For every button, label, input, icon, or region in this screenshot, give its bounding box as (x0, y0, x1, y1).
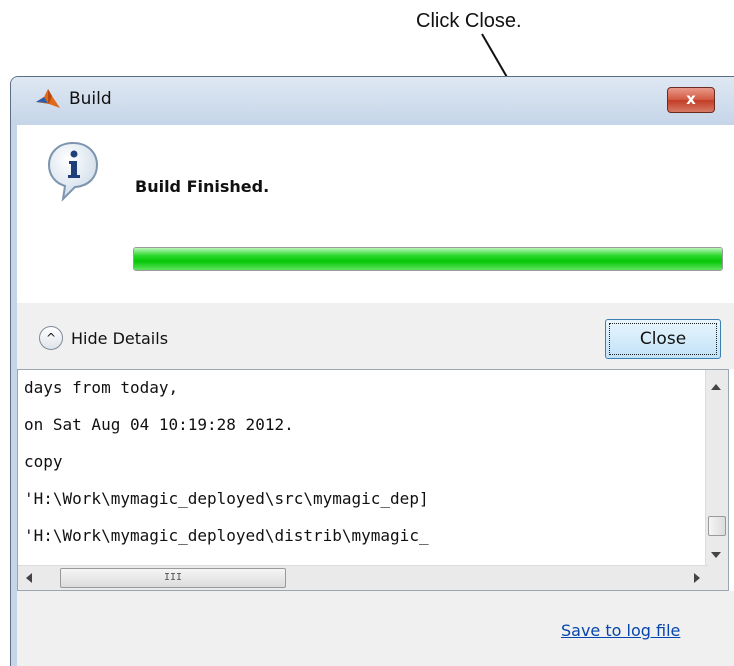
chevron-up-icon[interactable]: ^ (39, 326, 63, 350)
status-message: Build Finished. (135, 177, 270, 196)
window-title: Build (69, 89, 112, 109)
horizontal-scrollbar[interactable]: III (18, 565, 708, 590)
log-lines: days from today, on Sat Aug 04 10:19:28 … (24, 374, 704, 562)
info-icon (47, 141, 99, 202)
status-area: Build Finished. (17, 125, 734, 303)
scroll-down-arrow-icon[interactable] (711, 552, 721, 558)
log-line: 'H:\Work\mymagic_deployed\src\mymagic_de… (24, 489, 429, 508)
vertical-scrollbar[interactable] (705, 370, 728, 566)
log-line: copy (24, 452, 63, 471)
build-log[interactable]: days from today, on Sat Aug 04 10:19:28 … (17, 369, 729, 591)
close-button[interactable]: Close (605, 319, 721, 359)
scrollbar-corner (706, 566, 728, 590)
horizontal-scroll-thumb[interactable]: III (60, 568, 286, 588)
progress-bar-fill (134, 248, 722, 270)
scroll-up-arrow-icon[interactable] (711, 384, 721, 390)
dialog-footer: Save to log file (17, 591, 734, 666)
log-line: on Sat Aug 04 10:19:28 2012. (24, 415, 294, 434)
details-bar: ^ Hide Details Close (17, 303, 734, 369)
dialog-body: Build Finished. ^ Hide Details Close day… (17, 125, 734, 666)
log-line: days from today, (24, 378, 179, 397)
build-dialog: Build x Build Finished. ^ Hide Details C… (10, 76, 734, 666)
vertical-scroll-thumb[interactable] (708, 516, 726, 536)
scroll-right-arrow-icon[interactable] (694, 573, 700, 583)
log-line: 'H:\Work\mymagic_deployed\distrib\mymagi… (24, 526, 429, 545)
hide-details-toggle[interactable]: Hide Details (71, 329, 168, 348)
title-bar: Build x (11, 77, 734, 125)
save-to-log-link[interactable]: Save to log file (561, 621, 680, 640)
scroll-left-arrow-icon[interactable] (26, 573, 32, 583)
matlab-logo-icon (36, 89, 60, 108)
progress-bar (133, 247, 723, 271)
window-close-button[interactable]: x (667, 87, 715, 113)
